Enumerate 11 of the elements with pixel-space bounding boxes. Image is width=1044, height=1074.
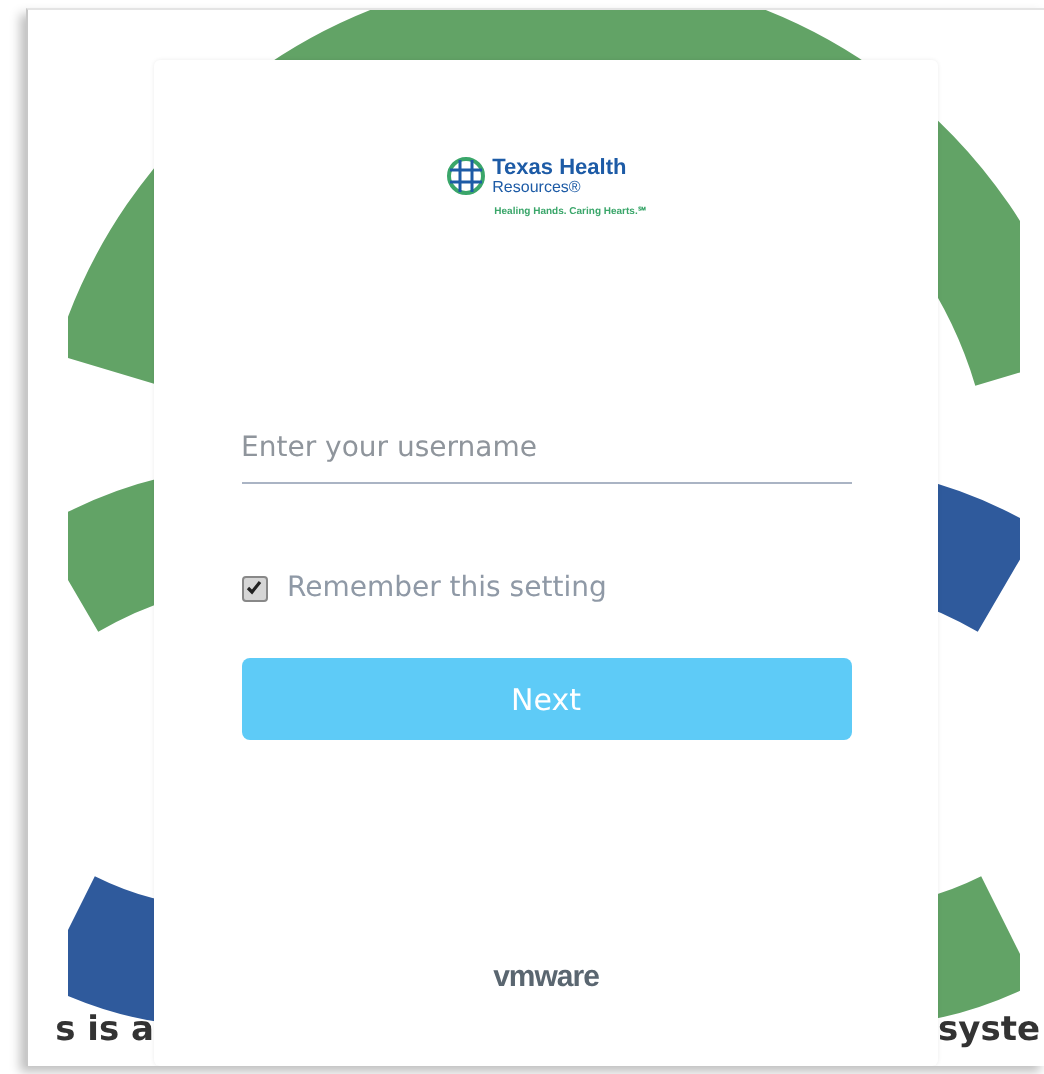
remember-checkbox[interactable] <box>241 575 267 601</box>
next-button[interactable]: Next <box>241 658 851 740</box>
brand-logo: vmware <box>493 960 599 994</box>
logo-subname: Resources® <box>492 179 583 195</box>
check-icon <box>246 580 262 596</box>
username-field[interactable]: Enter your username <box>241 424 851 484</box>
globe-icon <box>446 156 487 196</box>
background-text: syste <box>938 1010 1040 1050</box>
remember-label: Remember this setting <box>287 572 607 604</box>
background-text: s is a <box>55 1010 154 1050</box>
logo-name: Texas Health <box>492 157 627 179</box>
